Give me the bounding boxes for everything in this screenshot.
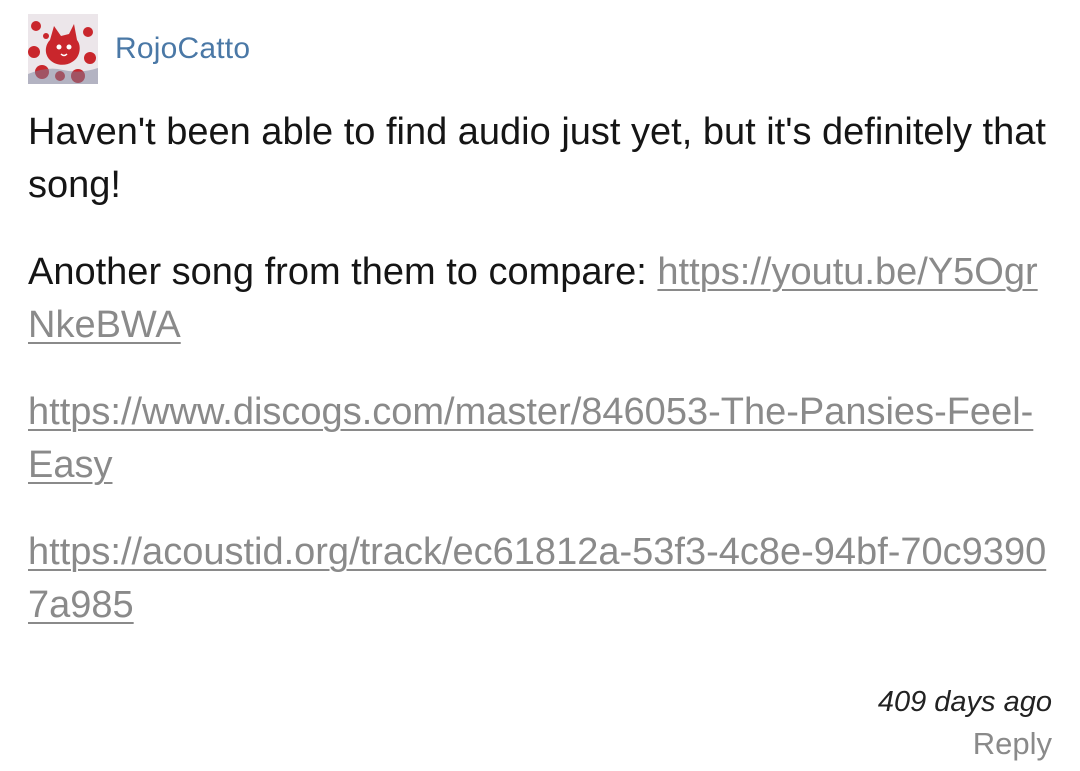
comment-body: Haven't been able to find audio just yet…: [28, 106, 1056, 632]
timestamp: 409 days ago: [877, 686, 1052, 718]
avatar[interactable]: [28, 14, 98, 84]
comment-paragraph-3: https://www.discogs.com/master/846053-Th…: [28, 386, 1056, 492]
comment-header: RojoCatto: [28, 14, 1056, 84]
acoustid-link[interactable]: https://acoustid.org/track/ec61812a-53f3…: [28, 531, 1046, 626]
red-cat-avatar-icon: [28, 14, 98, 84]
comment-paragraph-1: Haven't been able to find audio just yet…: [28, 111, 1046, 206]
comment-paragraph-2: Another song from them to compare: https…: [28, 246, 1056, 352]
comment-card: RojoCatto Haven't been able to find audi…: [28, 14, 1056, 666]
comment-paragraph-2-text: Another song from them to compare:: [28, 251, 658, 293]
comment-paragraph-4: https://acoustid.org/track/ec61812a-53f3…: [28, 526, 1056, 632]
username-link[interactable]: RojoCatto: [115, 32, 250, 66]
discogs-link[interactable]: https://www.discogs.com/master/846053-Th…: [28, 391, 1033, 486]
comment-footer: 409 days ago Reply: [878, 682, 1052, 766]
reply-button[interactable]: Reply: [878, 722, 1052, 766]
